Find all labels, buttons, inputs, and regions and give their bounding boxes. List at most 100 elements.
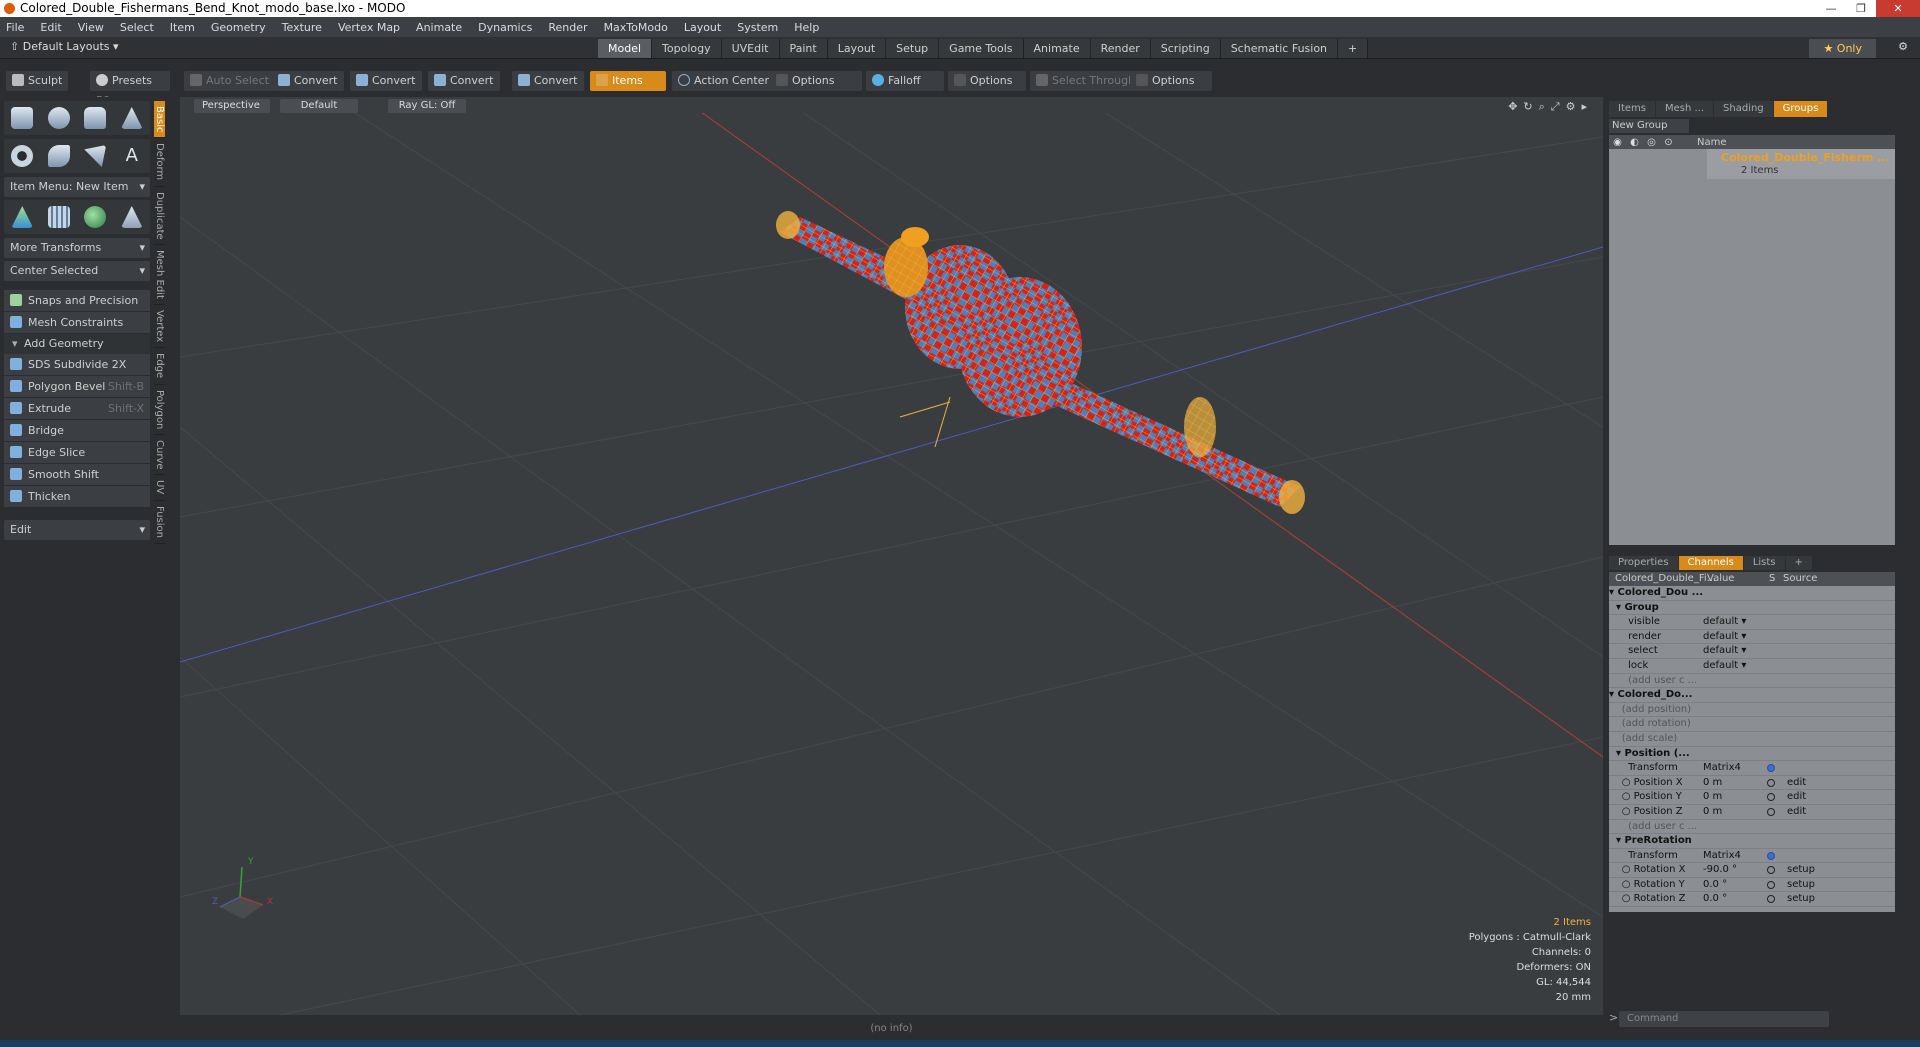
channel-value[interactable]: Matrix4 <box>1703 761 1741 776</box>
new-group-button[interactable]: New Group <box>1609 119 1689 133</box>
channel-tab-2[interactable]: Lists <box>1743 556 1785 570</box>
menu-maxtomodo[interactable]: MaxToModo <box>604 21 668 34</box>
tool-extrude[interactable]: Extrude Shift-X <box>4 398 150 419</box>
channel-row[interactable]: ▾ Position (... <box>1609 747 1895 762</box>
add-geometry-header[interactable]: Add Geometry <box>4 334 150 354</box>
items-mode-button[interactable]: Items <box>590 71 666 91</box>
only-button[interactable]: ★ Only <box>1809 39 1876 58</box>
channel-value[interactable]: default ▾ <box>1703 644 1746 659</box>
channel-row[interactable]: Transform Matrix4 <box>1609 761 1895 776</box>
vtab-duplicate[interactable]: Duplicate <box>154 187 165 246</box>
vtab-basic[interactable]: Basic <box>154 101 165 139</box>
snaps-button[interactable]: Snaps and Precision <box>4 290 150 311</box>
channel-row[interactable]: ○ Rotation Z 0.0 ° setup <box>1609 892 1895 908</box>
tab-render[interactable]: Render <box>1090 39 1151 58</box>
tab-model[interactable]: Model <box>598 39 653 58</box>
globe-icon[interactable] <box>84 206 107 228</box>
tab-layout[interactable]: Layout <box>827 39 887 58</box>
vtab-edge[interactable]: Edge <box>154 348 165 385</box>
shading-default-button[interactable]: Default <box>280 99 358 113</box>
cone-icon[interactable] <box>120 107 143 129</box>
channel-value[interactable]: 0.0 ° <box>1703 878 1727 893</box>
tab-schematic-fusion[interactable]: Schematic Fusion <box>1220 39 1339 58</box>
select-icon[interactable]: ◎ <box>1643 137 1660 148</box>
mesh-constraints-button[interactable]: Mesh Constraints <box>4 312 150 333</box>
right-tab-2[interactable]: Shading <box>1714 101 1773 117</box>
menu-select[interactable]: Select <box>120 21 154 34</box>
channel-row[interactable]: ○ Rotation Y 0.0 ° setup <box>1609 878 1895 893</box>
channel-value[interactable]: default ▾ <box>1703 615 1746 630</box>
torus-icon[interactable] <box>11 145 34 167</box>
tab-paint[interactable]: Paint <box>779 39 828 58</box>
convert-vertices-button[interactable]: Convert <box>272 71 344 91</box>
action-center-button[interactable]: Action Center <box>672 71 775 91</box>
sculpt-button[interactable]: Sculpt <box>6 71 69 91</box>
tab-topology[interactable]: Topology <box>652 39 722 58</box>
channel-row[interactable]: ○ Position Z 0 m edit <box>1609 805 1895 820</box>
menu-layout[interactable]: Layout <box>684 21 721 34</box>
channel-state-icon[interactable] <box>1767 807 1775 816</box>
channel-row[interactable]: select default ▾ <box>1609 644 1895 659</box>
channel-row[interactable]: lock default ▾ <box>1609 659 1895 674</box>
minimize-button[interactable]: — <box>1816 0 1846 17</box>
right-tab-3[interactable]: Groups <box>1773 101 1828 117</box>
grid-icon[interactable] <box>47 206 70 228</box>
channel-value[interactable]: Matrix4 <box>1703 849 1741 864</box>
tab-setup[interactable]: Setup <box>886 39 940 58</box>
channel-value[interactable]: 0 m <box>1703 776 1722 791</box>
tool-smooth-shift[interactable]: Smooth Shift <box>4 464 150 485</box>
knot-mesh[interactable] <box>776 211 1305 514</box>
command-input[interactable]: Command <box>1619 1011 1829 1027</box>
vtab-deform[interactable]: Deform <box>154 138 165 187</box>
menu-file[interactable]: File <box>6 21 24 34</box>
select-options-button[interactable]: Options <box>1130 71 1212 91</box>
channel-row[interactable]: render default ▾ <box>1609 630 1895 645</box>
channel-row[interactable]: Transform Matrix4 <box>1609 849 1895 864</box>
falloff-button[interactable]: Falloff <box>866 71 944 91</box>
center-selected-dropdown[interactable]: Center Selected <box>4 261 150 281</box>
3d-viewport[interactable]: Y X Z Perspective Default Ray GL: Off ✥↻… <box>180 97 1603 1015</box>
sphere-icon[interactable] <box>47 107 70 129</box>
channel-row[interactable]: ▾ Group <box>1609 601 1895 616</box>
channel-row[interactable]: ○ Position X 0 m edit <box>1609 776 1895 791</box>
channel-row[interactable]: ▾ Colored_Dou ... <box>1609 586 1895 601</box>
vtab-polygon[interactable]: Polygon <box>154 385 165 435</box>
menu-view[interactable]: View <box>78 21 104 34</box>
tool-bridge[interactable]: Bridge <box>4 420 150 441</box>
menu-system[interactable]: System <box>737 21 778 34</box>
item-menu-dropdown[interactable]: Item Menu: New Item <box>4 177 150 197</box>
channel-row[interactable]: (add user c ... <box>1609 674 1895 689</box>
auto-select-button[interactable]: Auto Select <box>184 71 275 91</box>
right-tab-0[interactable]: Items <box>1609 101 1655 117</box>
transform-icon[interactable] <box>11 206 34 228</box>
channel-value[interactable]: 0 m <box>1703 790 1722 805</box>
more-transforms-dropdown[interactable]: More Transforms <box>4 238 150 258</box>
cylinder-icon[interactable] <box>84 107 107 129</box>
text-icon[interactable]: A <box>121 145 143 167</box>
vtab-fusion[interactable]: Fusion <box>154 501 165 544</box>
tool-polygon-bevel[interactable]: Polygon Bevel Shift-B <box>4 376 150 397</box>
channel-row[interactable]: ▾ Colored_Do... <box>1609 688 1895 703</box>
tab-scripting[interactable]: Scripting <box>1150 39 1221 58</box>
capsule-icon[interactable] <box>47 145 70 167</box>
edit-dropdown[interactable]: Edit <box>4 520 150 540</box>
right-tab-1[interactable]: Mesh ... <box>1655 101 1714 117</box>
tool-sds-subdivide-2x[interactable]: SDS Subdivide 2X <box>4 354 150 375</box>
channel-state-icon[interactable] <box>1767 764 1775 773</box>
channel-state-icon[interactable] <box>1767 895 1775 904</box>
cube-icon[interactable] <box>11 107 34 129</box>
layouts-dropdown[interactable]: ⇧ Default Layouts ▾ <box>10 40 119 53</box>
action-center-options-button[interactable]: Options <box>770 71 862 91</box>
maximize-button[interactable]: ❐ <box>1846 0 1876 17</box>
vtab-uv[interactable]: UV <box>154 475 165 501</box>
channel-row[interactable]: ○ Rotation X -90.0 ° setup <box>1609 863 1895 878</box>
presets-button[interactable]: Presets F6 <box>90 71 170 107</box>
channel-value[interactable]: default ▾ <box>1703 659 1746 674</box>
channel-row[interactable]: ▾ PreRotation <box>1609 834 1895 849</box>
menu-edit[interactable]: Edit <box>40 21 61 34</box>
vtab-mesh-edit[interactable]: Mesh Edit <box>154 245 165 306</box>
viewport-nav-icons[interactable]: ✥↻⌕⤢⚙▸ <box>1508 100 1593 114</box>
channel-state-icon[interactable] <box>1767 851 1775 860</box>
render-icon[interactable]: ◐ <box>1626 137 1643 148</box>
menu-item[interactable]: Item <box>170 21 195 34</box>
